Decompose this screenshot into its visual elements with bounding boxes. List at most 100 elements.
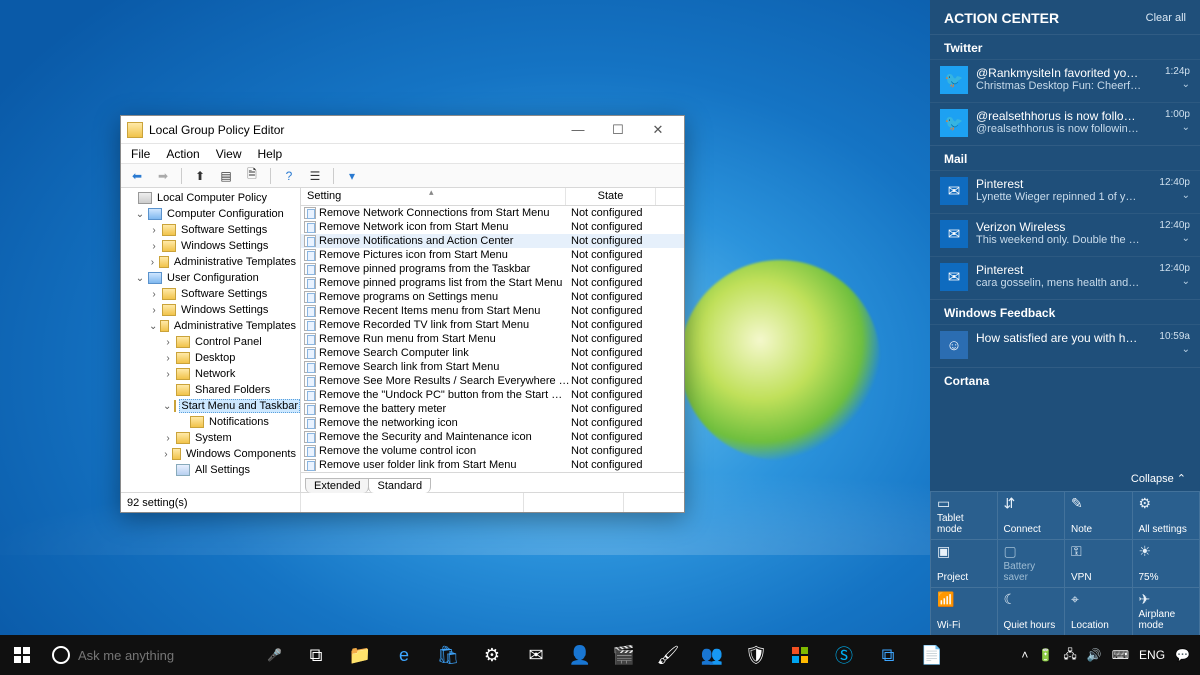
- list-rows[interactable]: Remove Network Connections from Start Me…: [301, 206, 684, 472]
- export-button[interactable]: 🗎: [242, 166, 262, 186]
- list-header[interactable]: Setting ▴ State: [301, 188, 684, 206]
- gpedit-titlebar[interactable]: Local Group Policy Editor — ☐ ✕: [121, 116, 684, 144]
- list-row[interactable]: Remove the battery meterNot configured: [301, 402, 684, 416]
- menu-view[interactable]: View: [216, 147, 242, 161]
- col-state[interactable]: State: [566, 188, 656, 205]
- gpedit-tree[interactable]: Local Computer Policy ⌄Computer Configur…: [121, 188, 301, 492]
- list-row[interactable]: Remove pinned programs list from the Sta…: [301, 276, 684, 290]
- tree-item[interactable]: Control Panel: [193, 336, 264, 348]
- notification[interactable]: ✉ Verizon WirelessThis weekend only. Dou…: [930, 213, 1200, 256]
- list-row[interactable]: Remove See More Results / Search Everywh…: [301, 374, 684, 388]
- movies-icon[interactable]: 🎬: [602, 635, 646, 675]
- quick-action-wi-fi[interactable]: 📶Wi-Fi: [930, 587, 998, 635]
- tray-volume-icon[interactable]: 🔊: [1087, 648, 1102, 662]
- tree-item[interactable]: Network: [193, 368, 237, 380]
- up-button[interactable]: ⬆: [190, 166, 210, 186]
- tree-user-config[interactable]: User Configuration: [165, 272, 261, 284]
- tree-start-menu-taskbar[interactable]: Start Menu and Taskbar: [179, 399, 300, 413]
- minimize-button[interactable]: —: [558, 119, 598, 141]
- list-row[interactable]: Remove Pictures icon from Start MenuNot …: [301, 248, 684, 262]
- tree-item[interactable]: Software Settings: [179, 224, 269, 236]
- list-row[interactable]: Remove the networking iconNot configured: [301, 416, 684, 430]
- quick-action-vpn[interactable]: ⚿VPN: [1065, 539, 1133, 587]
- mic-icon[interactable]: 🎤: [267, 648, 282, 662]
- chevron-down-icon[interactable]: ⌄: [1182, 233, 1190, 244]
- quick-action-note[interactable]: ✎Note: [1065, 491, 1133, 539]
- notification[interactable]: 🐦 @RankmysiteIn favorited your tweetChri…: [930, 59, 1200, 102]
- list-row[interactable]: Remove Network icon from Start MenuNot c…: [301, 220, 684, 234]
- tray-keyboard-icon[interactable]: ⌨: [1112, 648, 1129, 662]
- tree-item[interactable]: Windows Settings: [179, 240, 270, 252]
- settings-icon[interactable]: ⚙: [470, 635, 514, 675]
- tree-item[interactable]: Windows Settings: [179, 304, 270, 316]
- maximize-button[interactable]: ☐: [598, 119, 638, 141]
- tree-admin-templates[interactable]: Administrative Templates: [172, 320, 298, 332]
- show-hide-tree-button[interactable]: ▤: [216, 166, 236, 186]
- system-tray[interactable]: ˄ 🔋 🖧 🔊 ⌨ ENG 💬: [1011, 645, 1200, 666]
- file-explorer-icon[interactable]: 📁: [338, 635, 382, 675]
- chevron-down-icon[interactable]: ⌄: [1182, 276, 1190, 287]
- list-row[interactable]: Remove Notifications and Action CenterNo…: [301, 234, 684, 248]
- quick-action-all-settings[interactable]: ⚙All settings: [1133, 491, 1200, 539]
- tree-root[interactable]: Local Computer Policy: [155, 192, 269, 204]
- quick-action-tablet-mode[interactable]: ▭Tablet mode: [930, 491, 998, 539]
- help-button[interactable]: ?: [279, 166, 299, 186]
- quick-action-connect[interactable]: ⇵Connect: [998, 491, 1066, 539]
- menu-action[interactable]: Action: [166, 147, 199, 161]
- list-row[interactable]: Remove user folder link from Start MenuN…: [301, 458, 684, 472]
- tree-notifications[interactable]: Notifications: [207, 416, 271, 428]
- tree-item[interactable]: Shared Folders: [193, 384, 272, 396]
- chevron-down-icon[interactable]: ⌄: [1182, 190, 1190, 201]
- tree-item[interactable]: System: [193, 432, 234, 444]
- forward-button[interactable]: ➡: [153, 166, 173, 186]
- menu-help[interactable]: Help: [258, 147, 283, 161]
- start-button[interactable]: [0, 635, 44, 675]
- menu-file[interactable]: File: [131, 147, 150, 161]
- notification[interactable]: 🐦 @realsethhorus is now following you@re…: [930, 102, 1200, 145]
- people-icon[interactable]: 👤: [558, 635, 602, 675]
- back-button[interactable]: ⬅: [127, 166, 147, 186]
- tree-item[interactable]: Software Settings: [179, 288, 269, 300]
- list-row[interactable]: Remove Search link from Start MenuNot co…: [301, 360, 684, 374]
- list-row[interactable]: Remove Run menu from Start MenuNot confi…: [301, 332, 684, 346]
- tray-chevron-icon[interactable]: ˄: [1021, 648, 1028, 662]
- list-row[interactable]: Remove pinned programs from the TaskbarN…: [301, 262, 684, 276]
- tray-network-icon[interactable]: 🖧: [1063, 645, 1076, 666]
- notification[interactable]: ✉ PinterestLynette Wieger repinned 1 of …: [930, 170, 1200, 213]
- tree-item[interactable]: Desktop: [193, 352, 237, 364]
- chevron-down-icon[interactable]: ⌄: [1182, 79, 1190, 90]
- store-icon[interactable]: 🛍: [426, 635, 470, 675]
- tray-lang[interactable]: ENG: [1139, 648, 1165, 662]
- list-row[interactable]: Remove the Security and Maintenance icon…: [301, 430, 684, 444]
- collapse-link[interactable]: Collapse ⌃: [1131, 473, 1186, 485]
- quick-action-airplane-mode[interactable]: ✈Airplane mode: [1133, 587, 1200, 635]
- account-icon[interactable]: 👥: [690, 635, 734, 675]
- list-row[interactable]: Remove Recent Items menu from Start Menu…: [301, 304, 684, 318]
- filter-button[interactable]: ▾: [342, 166, 362, 186]
- close-button[interactable]: ✕: [638, 119, 678, 141]
- skype-icon[interactable]: Ⓢ: [822, 635, 866, 675]
- notepad-icon[interactable]: 📄: [910, 635, 954, 675]
- list-row[interactable]: Remove the "Undock PC" button from the S…: [301, 388, 684, 402]
- list-row[interactable]: Remove Recorded TV link from Start MenuN…: [301, 318, 684, 332]
- notification[interactable]: ☺ How satisfied are you with how the 10:…: [930, 324, 1200, 367]
- tray-action-center-icon[interactable]: 💬: [1175, 648, 1190, 662]
- list-row[interactable]: Remove programs on Settings menuNot conf…: [301, 290, 684, 304]
- tray-battery-icon[interactable]: 🔋: [1038, 648, 1053, 662]
- list-row[interactable]: Remove the volume control iconNot config…: [301, 444, 684, 458]
- list-row[interactable]: Remove Network Connections from Start Me…: [301, 206, 684, 220]
- chevron-down-icon[interactable]: ⌄: [1182, 122, 1190, 133]
- defender-icon[interactable]: 🛡: [734, 635, 778, 675]
- task-view-icon[interactable]: ⧉: [294, 635, 338, 675]
- tab-extended[interactable]: Extended: [305, 478, 369, 493]
- edge-icon[interactable]: e: [382, 635, 426, 675]
- cortana-search[interactable]: 🎤: [44, 635, 294, 675]
- quick-action-project[interactable]: ▣Project: [930, 539, 998, 587]
- notification[interactable]: ✉ Pinterestcara gosselin, mens health an…: [930, 256, 1200, 299]
- tab-standard[interactable]: Standard: [368, 478, 431, 493]
- quick-action-location[interactable]: ⌖Location: [1065, 587, 1133, 635]
- tree-item[interactable]: Windows Components: [184, 448, 298, 460]
- properties-button[interactable]: ☰: [305, 166, 325, 186]
- office-icon[interactable]: [778, 635, 822, 675]
- chevron-down-icon[interactable]: ⌄: [1182, 344, 1190, 355]
